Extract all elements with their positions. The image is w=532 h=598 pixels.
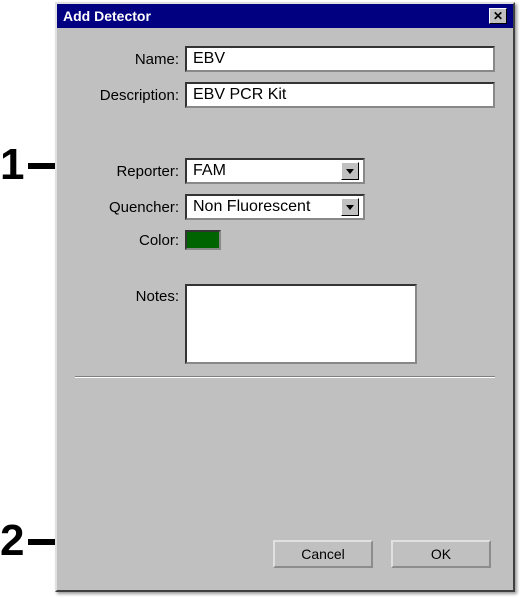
button-bar: Cancel OK: [273, 540, 491, 568]
callout-label-2: 2: [0, 516, 24, 566]
add-detector-dialog: Add Detector ✕ Name: Description: Report…: [55, 2, 515, 592]
row-quencher: Quencher: Non Fluorescent: [75, 194, 495, 220]
description-input[interactable]: [185, 82, 495, 108]
name-label: Name:: [75, 51, 185, 68]
row-description: Description:: [75, 82, 495, 108]
ok-button-label: OK: [431, 546, 451, 562]
color-label: Color:: [75, 232, 185, 249]
dialog-body: Name: Description: Reporter: FAM Quenche…: [57, 28, 513, 590]
description-label: Description:: [75, 87, 185, 104]
close-button[interactable]: ✕: [489, 8, 507, 24]
cancel-button-label: Cancel: [301, 546, 345, 562]
row-color: Color:: [75, 230, 495, 250]
close-icon: ✕: [493, 10, 503, 22]
color-swatch[interactable]: [185, 230, 221, 250]
reporter-dropdown-button[interactable]: [341, 162, 359, 180]
chevron-down-icon: [346, 169, 354, 174]
quencher-value: Non Fluorescent: [193, 198, 310, 216]
quencher-dropdown-button[interactable]: [341, 198, 359, 216]
dialog-title: Add Detector: [63, 8, 151, 24]
row-reporter: Reporter: FAM: [75, 158, 495, 184]
ok-button[interactable]: OK: [391, 540, 491, 568]
reporter-label: Reporter:: [75, 163, 185, 180]
row-notes: Notes:: [75, 284, 495, 364]
reporter-value: FAM: [193, 162, 226, 180]
notes-input[interactable]: [185, 284, 417, 364]
notes-label: Notes:: [75, 284, 185, 305]
cancel-button[interactable]: Cancel: [273, 540, 373, 568]
chevron-down-icon: [346, 205, 354, 210]
quencher-label: Quencher:: [75, 199, 185, 216]
titlebar: Add Detector ✕: [57, 4, 513, 28]
name-input[interactable]: [185, 46, 495, 72]
row-name: Name:: [75, 46, 495, 72]
separator: [75, 376, 495, 378]
callout-label-1: 1: [0, 140, 24, 190]
reporter-select[interactable]: FAM: [185, 158, 365, 184]
quencher-select[interactable]: Non Fluorescent: [185, 194, 365, 220]
